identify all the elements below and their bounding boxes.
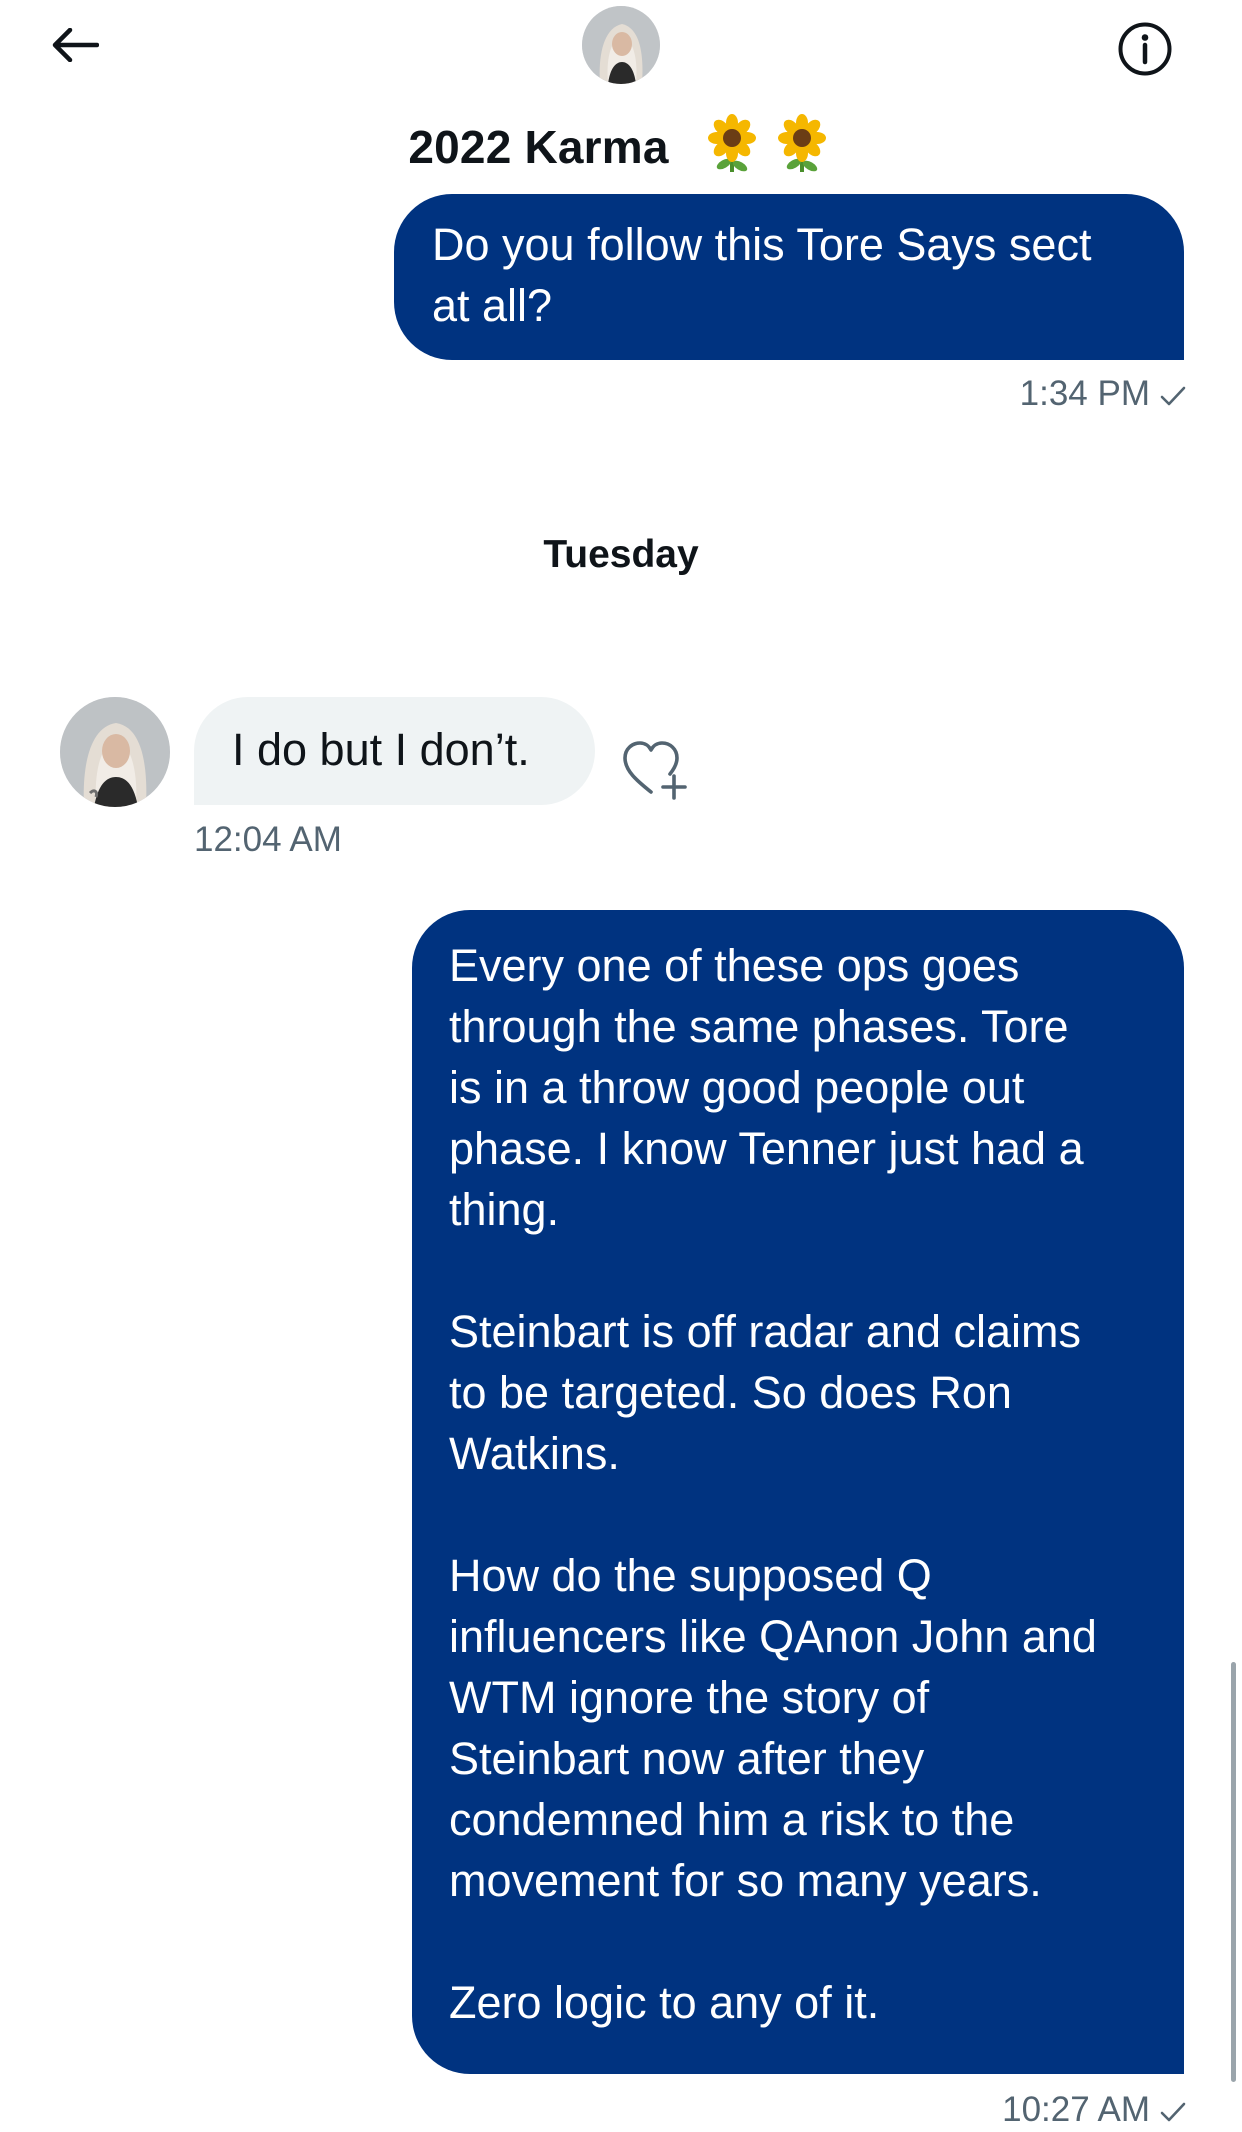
avatar-image	[582, 6, 660, 84]
received-message-bubble[interactable]: I do but I don’t.	[194, 697, 595, 805]
arrow-left-icon	[52, 28, 99, 62]
sunflower-emoji	[702, 108, 834, 186]
avatar-image	[60, 697, 170, 807]
sunflower-icon	[707, 114, 826, 172]
message-timestamp: 1:34 PM	[1020, 372, 1186, 416]
back-button[interactable]	[40, 20, 110, 70]
date-separator: Tuesday	[543, 533, 699, 576]
timestamp-text: 10:27 AM	[1002, 2090, 1150, 2129]
heart-plus-icon	[623, 741, 687, 800]
check-icon	[1160, 2102, 1186, 2122]
scrollbar[interactable]	[1231, 1662, 1236, 2082]
contact-name-text: 2022 Karma	[408, 121, 669, 173]
sent-message-bubble[interactable]: Every one of these ops goes through the …	[412, 910, 1184, 2074]
info-circle-icon	[1118, 22, 1172, 76]
conversation-info-button[interactable]	[1110, 14, 1180, 84]
header-avatar[interactable]	[582, 6, 660, 84]
message-timestamp: 12:04 AM	[194, 818, 342, 862]
contact-name[interactable]: 2022 Karma	[0, 108, 1242, 186]
timestamp-text: 1:34 PM	[1019, 374, 1150, 413]
sent-message-bubble[interactable]: Do you follow this Tore Says sect at all…	[394, 194, 1184, 360]
message-timestamp: 10:27 AM	[1002, 2088, 1186, 2132]
check-icon	[1160, 386, 1186, 406]
timestamp-text: 12:04 AM	[194, 820, 342, 859]
sender-avatar[interactable]	[60, 697, 170, 807]
add-reaction-button[interactable]	[620, 738, 694, 802]
